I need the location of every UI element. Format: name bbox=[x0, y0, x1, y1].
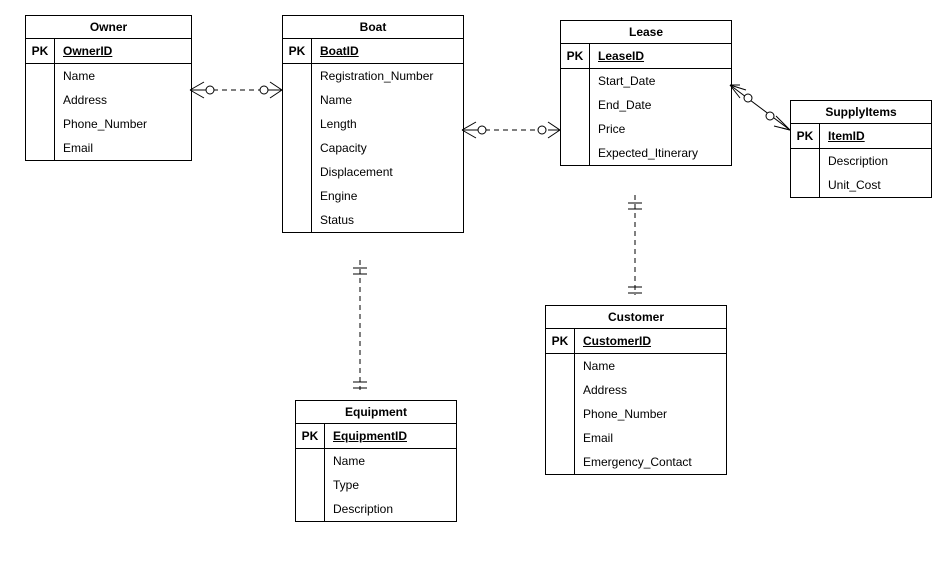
entity-owner: Owner PK OwnerID Name Address Phone_Numb… bbox=[25, 15, 192, 161]
entity-supplyitems-title: SupplyItems bbox=[791, 101, 931, 124]
entity-boat-title: Boat bbox=[283, 16, 463, 39]
entity-supplyitems-pklabel: PK bbox=[791, 124, 820, 148]
rel-boat-lease bbox=[462, 122, 560, 138]
entity-lease-attr: Price bbox=[590, 117, 731, 141]
entity-supplyitems-attr: Description bbox=[820, 149, 931, 173]
entity-boat-attr: Displacement bbox=[312, 160, 463, 184]
entity-equipment-attr: Name bbox=[325, 449, 456, 473]
entity-owner-attr: Email bbox=[55, 136, 191, 160]
entity-boat-attr: Length bbox=[312, 112, 463, 136]
entity-customer-attr: Phone_Number bbox=[575, 402, 726, 426]
entity-customer-pklabel: PK bbox=[546, 329, 575, 353]
entity-supplyitems-pkattr: ItemID bbox=[820, 124, 931, 148]
entity-boat-attr: Status bbox=[312, 208, 463, 232]
rel-lease-supplyitems bbox=[730, 85, 790, 130]
entity-lease-title: Lease bbox=[561, 21, 731, 44]
rel-lease-customer bbox=[628, 195, 642, 295]
entity-customer-pkattr: CustomerID bbox=[575, 329, 726, 353]
entity-equipment-attr: Type bbox=[325, 473, 456, 497]
entity-lease-attr: Expected_Itinerary bbox=[590, 141, 731, 165]
entity-boat-pklabel: PK bbox=[283, 39, 312, 63]
entity-boat: Boat PK BoatID Registration_Number Name … bbox=[282, 15, 464, 233]
entity-lease-pklabel: PK bbox=[561, 44, 590, 68]
entity-supplyitems-attr: Unit_Cost bbox=[820, 173, 931, 197]
entity-owner-attr: Address bbox=[55, 88, 191, 112]
entity-owner-pklabel: PK bbox=[26, 39, 55, 63]
entity-customer-title: Customer bbox=[546, 306, 726, 329]
entity-lease-attr: End_Date bbox=[590, 93, 731, 117]
entity-supplyitems: SupplyItems PK ItemID Description Unit_C… bbox=[790, 100, 932, 198]
entity-customer-attr: Emergency_Contact bbox=[575, 450, 726, 474]
entity-customer-attr: Email bbox=[575, 426, 726, 450]
entity-owner-pkattr: OwnerID bbox=[55, 39, 191, 63]
entity-owner-attr: Name bbox=[55, 64, 191, 88]
entity-owner-attr: Phone_Number bbox=[55, 112, 191, 136]
entity-lease-pkattr: LeaseID bbox=[590, 44, 731, 68]
entity-owner-title: Owner bbox=[26, 16, 191, 39]
entity-equipment: Equipment PK EquipmentID Name Type Descr… bbox=[295, 400, 457, 522]
entity-customer: Customer PK CustomerID Name Address Phon… bbox=[545, 305, 727, 475]
entity-boat-attr: Engine bbox=[312, 184, 463, 208]
entity-customer-attr: Name bbox=[575, 354, 726, 378]
entity-equipment-pkattr: EquipmentID bbox=[325, 424, 456, 448]
entity-equipment-pklabel: PK bbox=[296, 424, 325, 448]
rel-owner-boat bbox=[190, 82, 282, 98]
entity-boat-attr: Registration_Number bbox=[312, 64, 463, 88]
entity-lease: Lease PK LeaseID Start_Date End_Date Pri… bbox=[560, 20, 732, 166]
entity-equipment-title: Equipment bbox=[296, 401, 456, 424]
entity-lease-attr: Start_Date bbox=[590, 69, 731, 93]
rel-boat-equipment bbox=[353, 260, 367, 390]
entity-boat-pkattr: BoatID bbox=[312, 39, 463, 63]
entity-boat-attr: Capacity bbox=[312, 136, 463, 160]
entity-equipment-attr: Description bbox=[325, 497, 456, 521]
entity-customer-attr: Address bbox=[575, 378, 726, 402]
entity-boat-attr: Name bbox=[312, 88, 463, 112]
